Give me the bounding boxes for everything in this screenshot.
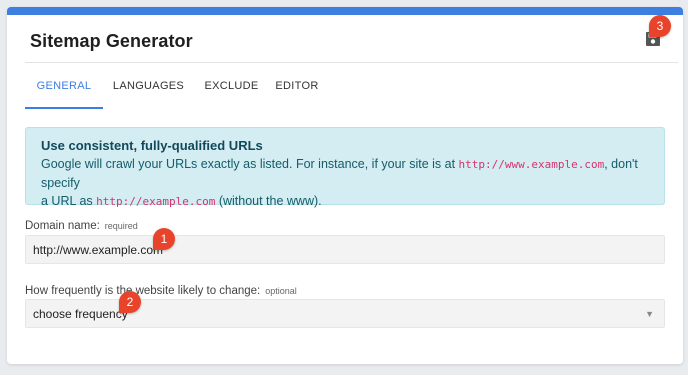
- info-alert: Use consistent, fully-qualified URLs Goo…: [25, 127, 665, 208]
- step-marker-3: 3: [649, 15, 671, 37]
- domain-required-hint: required: [104, 221, 138, 231]
- tab-languages-label: LANGUAGES: [112, 80, 185, 92]
- step-marker-2: 2: [119, 291, 141, 313]
- alert-line-1-text: Google will crawl your URLs exactly as l…: [41, 157, 459, 171]
- domain-input[interactable]: [33, 242, 664, 257]
- tab-exclude-label: EXCLUDE: [204, 80, 259, 92]
- frequency-selected-value: choose frequency: [33, 306, 128, 321]
- alert-line-1: Google will crawl your URLs exactly as l…: [41, 155, 649, 192]
- alert-line-2: a URL as http://example.com (without the…: [41, 192, 649, 211]
- accent-bar: [7, 7, 683, 15]
- domain-field[interactable]: [25, 235, 665, 264]
- alert-code-www: http://www.example.com: [458, 158, 605, 171]
- domain-label: Domain name: required: [25, 220, 138, 232]
- tab-general-label: GENERAL: [36, 80, 92, 92]
- tab-languages[interactable]: LANGUAGES: [103, 63, 194, 109]
- frequency-label-text: How frequently is the website likely to …: [25, 285, 261, 297]
- frequency-label: How frequently is the website likely to …: [25, 285, 297, 297]
- alert-code-nowww: http://example.com: [96, 195, 216, 208]
- dropdown-arrow-icon: ▼: [645, 309, 654, 319]
- tab-editor[interactable]: EDITOR: [269, 63, 325, 109]
- tab-exclude[interactable]: EXCLUDE: [194, 63, 269, 109]
- tab-general[interactable]: GENERAL: [25, 63, 103, 109]
- tab-bar: GENERAL LANGUAGES EXCLUDE EDITOR: [25, 63, 325, 109]
- alert-line-2-tail: (without the www).: [215, 194, 322, 208]
- alert-line-2-text: a URL as: [41, 194, 97, 208]
- sitemap-card: Sitemap Generator 3 GENERAL LANGUAGES EX…: [7, 7, 683, 364]
- frequency-optional-hint: optional: [265, 286, 297, 296]
- step-marker-1: 1: [153, 228, 175, 250]
- domain-label-text: Domain name:: [25, 220, 100, 232]
- alert-title: Use consistent, fully-qualified URLs: [41, 138, 263, 153]
- page-title: Sitemap Generator: [30, 31, 193, 51]
- tab-editor-label: EDITOR: [275, 80, 319, 92]
